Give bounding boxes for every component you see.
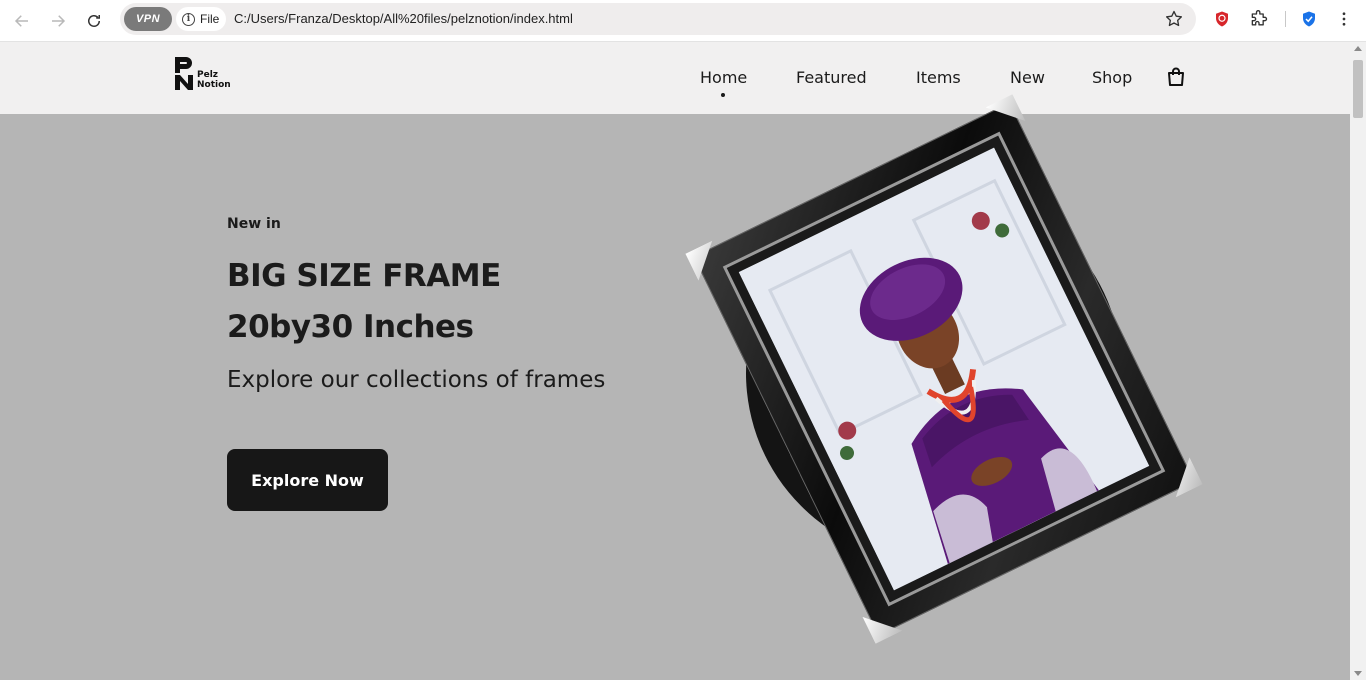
star-icon[interactable] bbox=[1164, 9, 1184, 29]
site-header: Pelz Notion Home Featured Items New Shop bbox=[0, 42, 1350, 114]
hero-kicker: New in bbox=[227, 216, 281, 232]
logo-wordmark: Pelz Notion bbox=[197, 70, 231, 90]
picture-frame bbox=[693, 102, 1194, 636]
shopping-bag-icon[interactable] bbox=[1167, 67, 1185, 87]
frame-matte bbox=[722, 131, 1166, 607]
logo-line-2: Notion bbox=[197, 80, 231, 90]
adblock-shield-icon[interactable] bbox=[1211, 8, 1233, 30]
url-text[interactable]: C:/Users/Franza/Desktop/All%20files/pelz… bbox=[234, 3, 573, 35]
site-info-chip[interactable]: i File bbox=[176, 7, 226, 31]
info-icon: i bbox=[182, 12, 195, 26]
site-logo[interactable]: Pelz Notion bbox=[174, 56, 244, 92]
nav-link-items[interactable]: Items bbox=[916, 68, 961, 87]
file-label: File bbox=[200, 12, 220, 26]
frame-corner-bottom-right bbox=[1163, 457, 1203, 497]
forward-arrow-icon[interactable] bbox=[43, 6, 73, 36]
page-viewport: Pelz Notion Home Featured Items New Shop… bbox=[0, 42, 1350, 680]
scroll-down-arrow-icon[interactable] bbox=[1354, 671, 1362, 676]
security-shield-icon[interactable] bbox=[1298, 8, 1320, 30]
hero-description: Explore our collections of frames bbox=[227, 367, 606, 393]
scrollbar-thumb[interactable] bbox=[1353, 60, 1363, 118]
address-bar[interactable]: VPN i File C:/Users/Franza/Desktop/All%2… bbox=[120, 3, 1196, 35]
hero-title: BIG SIZE FRAME bbox=[227, 258, 501, 294]
frame-corner-top-left bbox=[685, 241, 725, 281]
explore-now-button[interactable]: Explore Now bbox=[227, 449, 388, 511]
nav-link-home[interactable]: Home bbox=[700, 68, 747, 87]
hero-framed-image bbox=[693, 102, 1194, 636]
page-scrollbar[interactable] bbox=[1350, 42, 1366, 680]
reload-icon[interactable] bbox=[79, 6, 109, 36]
logo-line-1: Pelz bbox=[197, 70, 219, 80]
nav-link-new[interactable]: New bbox=[1010, 68, 1045, 87]
extensions-puzzle-icon[interactable] bbox=[1248, 8, 1270, 30]
browser-toolbar: VPN i File C:/Users/Franza/Desktop/All%2… bbox=[0, 0, 1366, 42]
vpn-label: VPN bbox=[135, 13, 161, 25]
hero-section: New in BIG SIZE FRAME 20by30 Inches Expl… bbox=[0, 114, 1350, 680]
toolbar-divider bbox=[1285, 11, 1286, 27]
nav-link-shop[interactable]: Shop bbox=[1092, 68, 1132, 87]
active-nav-indicator bbox=[721, 93, 725, 97]
kebab-menu-icon[interactable] bbox=[1333, 8, 1355, 30]
back-arrow-icon[interactable] bbox=[7, 6, 37, 36]
portrait-photo bbox=[738, 147, 1150, 591]
hero-subtitle: 20by30 Inches bbox=[227, 309, 474, 345]
scroll-up-arrow-icon[interactable] bbox=[1354, 46, 1362, 51]
frame-corner-bottom-left bbox=[862, 604, 902, 644]
vpn-badge[interactable]: VPN bbox=[124, 7, 172, 31]
logo-mark-icon bbox=[175, 57, 193, 90]
portrait-illustration bbox=[738, 147, 1150, 591]
nav-link-featured[interactable]: Featured bbox=[796, 68, 867, 87]
